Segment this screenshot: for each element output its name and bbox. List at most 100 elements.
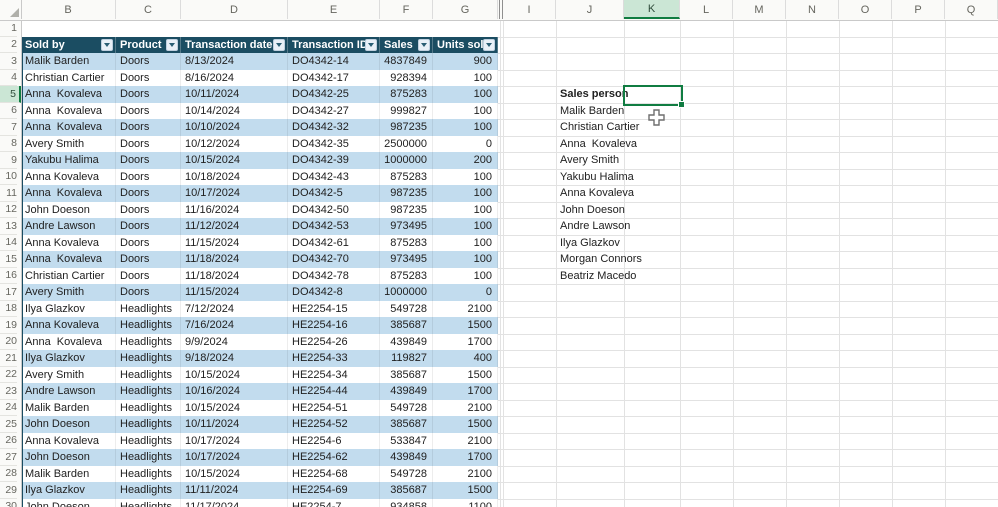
table-cell[interactable]: Anna Kovaleva: [21, 168, 116, 185]
table-cell[interactable]: Ilya Glazkov: [21, 300, 116, 317]
table-cell[interactable]: HE2254-51: [288, 399, 380, 416]
table-cell[interactable]: John Doeson: [21, 449, 116, 466]
table-cell[interactable]: 1500: [433, 366, 498, 383]
table-cell[interactable]: 1500: [433, 317, 498, 334]
table-cell[interactable]: HE2254-62: [288, 449, 380, 466]
table-cell[interactable]: Headlights: [116, 300, 181, 317]
filter-dropdown-button[interactable]: [273, 38, 285, 51]
table-cell[interactable]: Headlights: [116, 416, 181, 433]
table-cell[interactable]: 200: [433, 152, 498, 169]
table-cell[interactable]: 549728: [380, 465, 433, 482]
table-cell[interactable]: DO4342-17: [288, 69, 380, 86]
table-cell[interactable]: 934858: [380, 498, 433, 507]
table-cell[interactable]: 11/16/2024: [181, 201, 288, 218]
table-cell[interactable]: 10/15/2024: [181, 366, 288, 383]
table-cell[interactable]: Malik Barden: [21, 53, 116, 70]
row-header-23[interactable]: 23: [0, 383, 17, 400]
table-cell[interactable]: 439849: [380, 383, 433, 400]
table-cell[interactable]: Headlights: [116, 366, 181, 383]
side-list-item[interactable]: Morgan Connors: [556, 251, 642, 268]
table-cell[interactable]: Doors: [116, 168, 181, 185]
table-cell[interactable]: DO4342-50: [288, 201, 380, 218]
table-cell[interactable]: Headlights: [116, 432, 181, 449]
table-cell[interactable]: HE2254-6: [288, 432, 380, 449]
table-cell[interactable]: 973495: [380, 218, 433, 235]
column-header-L[interactable]: L: [680, 0, 733, 19]
table-cell[interactable]: 1000000: [380, 152, 433, 169]
table-cell[interactable]: 11/11/2024: [181, 482, 288, 499]
table-cell[interactable]: Avery Smith: [21, 135, 116, 152]
row-header-11[interactable]: 11: [0, 185, 17, 202]
column-header-O[interactable]: O: [839, 0, 892, 19]
column-header-B[interactable]: B: [21, 0, 116, 19]
column-header-E[interactable]: E: [288, 0, 380, 19]
table-cell[interactable]: HE2254-26: [288, 333, 380, 350]
table-cell[interactable]: John Doeson: [21, 416, 116, 433]
table-cell[interactable]: Headlights: [116, 399, 181, 416]
side-list-item[interactable]: Malik Barden: [556, 103, 628, 120]
row-header-16[interactable]: 16: [0, 268, 17, 284]
table-cell[interactable]: John Doeson: [21, 498, 116, 507]
table-cell[interactable]: 928394: [380, 69, 433, 86]
table-cell[interactable]: 875283: [380, 86, 433, 103]
table-cell[interactable]: 385687: [380, 482, 433, 499]
table-cell[interactable]: Anna Kovaleva: [21, 251, 116, 268]
table-cell[interactable]: 385687: [380, 416, 433, 433]
table-cell[interactable]: Yakubu Halima: [21, 152, 116, 169]
active-cell-K5[interactable]: [623, 85, 683, 106]
row-header-1[interactable]: 1: [0, 20, 17, 37]
side-list-title[interactable]: Sales person: [556, 86, 628, 103]
table-cell[interactable]: Doors: [116, 69, 181, 86]
table-cell[interactable]: 875283: [380, 267, 433, 284]
table-cell[interactable]: Ilya Glazkov: [21, 482, 116, 499]
table-cell[interactable]: DO4342-78: [288, 267, 380, 284]
table-cell[interactable]: DO4342-32: [288, 119, 380, 136]
table-cell[interactable]: 439849: [380, 449, 433, 466]
row-header-25[interactable]: 25: [0, 416, 17, 433]
table-cell[interactable]: 100: [433, 168, 498, 185]
table-cell[interactable]: Anna Kovaleva: [21, 333, 116, 350]
table-cell[interactable]: DO4342-25: [288, 86, 380, 103]
table-cell[interactable]: 533847: [380, 432, 433, 449]
table-cell[interactable]: HE2254-44: [288, 383, 380, 400]
table-cell[interactable]: Headlights: [116, 498, 181, 507]
row-header-24[interactable]: 24: [0, 400, 17, 416]
row-header-4[interactable]: 4: [0, 70, 17, 86]
table-cell[interactable]: 385687: [380, 317, 433, 334]
table-cell[interactable]: 10/15/2024: [181, 399, 288, 416]
table-cell[interactable]: DO4342-53: [288, 218, 380, 235]
row-header-10[interactable]: 10: [0, 169, 17, 185]
table-cell[interactable]: Anna Kovaleva: [21, 185, 116, 202]
select-all-button[interactable]: [0, 0, 22, 19]
table-cell[interactable]: 2100: [433, 432, 498, 449]
row-header-12[interactable]: 12: [0, 202, 17, 218]
table-cell[interactable]: Anna Kovaleva: [21, 432, 116, 449]
table-cell[interactable]: Doors: [116, 102, 181, 119]
row-header-13[interactable]: 13: [0, 218, 17, 235]
table-cell[interactable]: 10/15/2024: [181, 465, 288, 482]
table-cell[interactable]: 10/10/2024: [181, 119, 288, 136]
table-cell[interactable]: 439849: [380, 333, 433, 350]
table-cell[interactable]: 10/11/2024: [181, 416, 288, 433]
table-cell[interactable]: 100: [433, 185, 498, 202]
table-cell[interactable]: 10/17/2024: [181, 185, 288, 202]
table-cell[interactable]: Headlights: [116, 383, 181, 400]
table-cell[interactable]: Headlights: [116, 350, 181, 367]
column-header-C[interactable]: C: [116, 0, 181, 19]
table-cell[interactable]: Anna Kovaleva: [21, 102, 116, 119]
table-cell[interactable]: DO4342-14: [288, 53, 380, 70]
side-list-item[interactable]: Andre Lawson: [556, 218, 630, 235]
column-header-I[interactable]: I: [503, 0, 556, 19]
table-cell[interactable]: HE2254-69: [288, 482, 380, 499]
table-cell[interactable]: HE2254-16: [288, 317, 380, 334]
table-cell[interactable]: 900: [433, 53, 498, 70]
filter-dropdown-button[interactable]: [365, 38, 377, 51]
column-header-G[interactable]: G: [433, 0, 498, 19]
table-cell[interactable]: 999827: [380, 102, 433, 119]
table-cell[interactable]: HE2254-68: [288, 465, 380, 482]
table-cell[interactable]: 1000000: [380, 284, 433, 301]
table-cell[interactable]: Doors: [116, 234, 181, 251]
table-cell[interactable]: 10/11/2024: [181, 86, 288, 103]
column-header-F[interactable]: F: [380, 0, 433, 19]
side-list-item[interactable]: Anna Kovaleva: [556, 185, 634, 202]
